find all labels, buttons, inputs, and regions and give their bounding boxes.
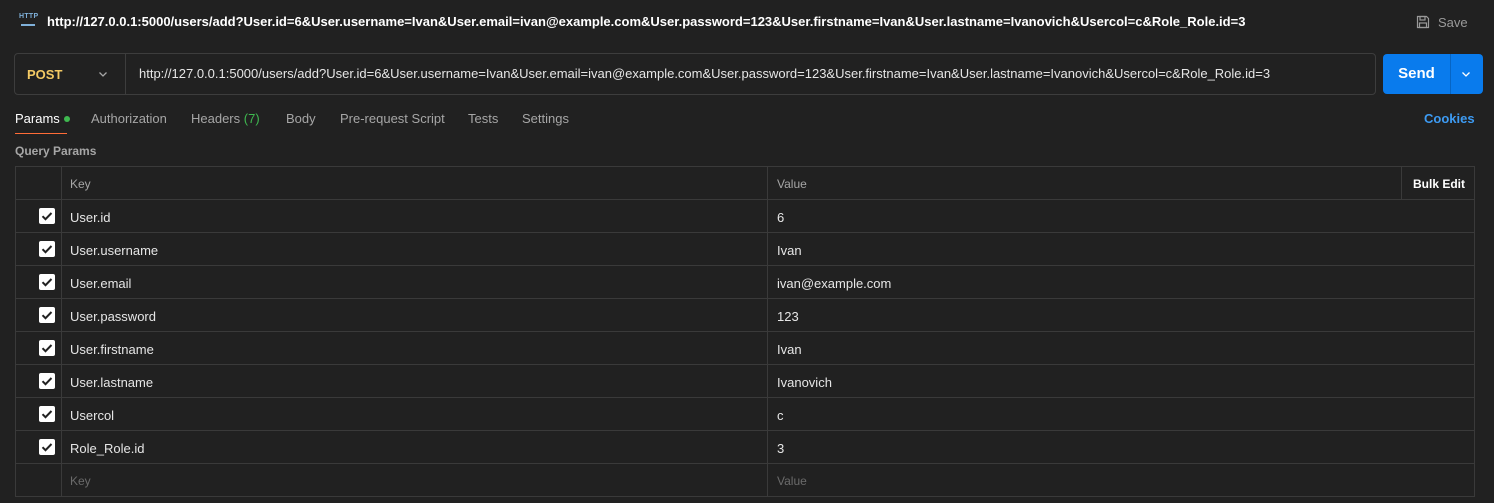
param-key[interactable]: User.firstname: [62, 332, 768, 364]
row-checkbox[interactable]: [39, 373, 55, 389]
header-value: Value: [768, 167, 1402, 199]
params-indicator: [63, 115, 70, 122]
row-checkbox[interactable]: [39, 241, 55, 257]
row-checkbox[interactable]: [39, 208, 55, 224]
param-key[interactable]: Usercol: [62, 398, 768, 430]
param-value[interactable]: Ivanovich: [768, 365, 1474, 397]
table-row: User.password 123: [16, 299, 1474, 332]
request-bar: POST http://127.0.0.1:5000/users/add?Use…: [14, 53, 1376, 95]
header-check-cell: [16, 167, 62, 199]
param-value[interactable]: 3: [768, 431, 1474, 463]
row-checkbox[interactable]: [39, 406, 55, 422]
checkmark-icon: [41, 410, 53, 419]
table-row: User.id 6: [16, 200, 1474, 233]
query-params-label: Query Params: [15, 144, 97, 158]
table-row: Role_Role.id 3: [16, 431, 1474, 464]
send-button[interactable]: Send: [1383, 54, 1483, 94]
method-select[interactable]: POST: [15, 54, 126, 94]
save-button[interactable]: Save: [1416, 12, 1468, 32]
param-key[interactable]: User.email: [62, 266, 768, 298]
table-row: User.username Ivan: [16, 233, 1474, 266]
query-params-table: Key Value Bulk Edit User.id 6 User.usern…: [15, 166, 1475, 497]
checkmark-icon: [41, 344, 53, 353]
cookies-link[interactable]: Cookies: [1424, 111, 1475, 126]
send-divider: [1450, 54, 1451, 94]
bulk-edit-button[interactable]: Bulk Edit: [1402, 167, 1474, 199]
tab-headers-label: Headers: [191, 111, 241, 126]
checkmark-icon: [41, 311, 53, 320]
tab-params-label: Params: [15, 111, 60, 126]
tab-headers[interactable]: Headers (7): [191, 111, 260, 126]
tab-settings[interactable]: Settings: [522, 111, 569, 126]
row-checkbox[interactable]: [39, 340, 55, 356]
save-label: Save: [1438, 14, 1468, 30]
param-value[interactable]: Ivan: [768, 233, 1474, 265]
new-key-input[interactable]: Key: [62, 464, 768, 496]
tab-tests[interactable]: Tests: [468, 111, 498, 126]
param-value[interactable]: 123: [768, 299, 1474, 331]
new-value-input[interactable]: Value: [768, 464, 1474, 496]
param-value[interactable]: ivan@example.com: [768, 266, 1474, 298]
row-checkbox[interactable]: [39, 307, 55, 323]
send-label: Send: [1398, 65, 1435, 82]
checkmark-icon: [41, 278, 53, 287]
title-bar: HTTP http://127.0.0.1:5000/users/add?Use…: [0, 0, 1494, 44]
new-param-row: Key Value: [16, 464, 1474, 497]
param-value[interactable]: Ivan: [768, 332, 1474, 364]
checkmark-icon: [41, 377, 53, 386]
table-row: Usercol c: [16, 398, 1474, 431]
param-value[interactable]: 6: [768, 200, 1474, 232]
active-tab-underline: [15, 133, 67, 134]
checkmark-icon: [41, 212, 53, 221]
row-checkbox[interactable]: [39, 439, 55, 455]
tab-params[interactable]: Params: [15, 111, 70, 126]
chevron-down-icon: [99, 72, 107, 77]
url-input[interactable]: http://127.0.0.1:5000/users/add?User.id=…: [139, 66, 1270, 81]
param-key[interactable]: Role_Role.id: [62, 431, 768, 463]
headers-count: (7): [243, 111, 260, 126]
checkmark-icon: [41, 443, 53, 452]
row-checkbox[interactable]: [39, 274, 55, 290]
param-key[interactable]: User.id: [62, 200, 768, 232]
chevron-down-icon[interactable]: [1460, 68, 1472, 80]
header-key: Key: [62, 167, 768, 199]
param-key[interactable]: User.username: [62, 233, 768, 265]
tab-pre-request-script[interactable]: Pre-request Script: [340, 111, 445, 126]
http-icon: HTTP: [18, 12, 38, 30]
param-key[interactable]: User.password: [62, 299, 768, 331]
table-row: User.lastname Ivanovich: [16, 365, 1474, 398]
table-row: User.firstname Ivan: [16, 332, 1474, 365]
tab-authorization[interactable]: Authorization: [91, 111, 167, 126]
request-title[interactable]: http://127.0.0.1:5000/users/add?User.id=…: [47, 14, 1245, 29]
param-key[interactable]: User.lastname: [62, 365, 768, 397]
request-tabs: Params Authorization Headers (7) Body Pr…: [0, 104, 1494, 136]
save-icon: [1416, 15, 1430, 29]
table-row: User.email ivan@example.com: [16, 266, 1474, 299]
method-label: POST: [27, 67, 63, 82]
param-value[interactable]: c: [768, 398, 1474, 430]
checkmark-icon: [41, 245, 53, 254]
tab-body[interactable]: Body: [286, 111, 316, 126]
table-header: Key Value Bulk Edit: [16, 167, 1474, 200]
